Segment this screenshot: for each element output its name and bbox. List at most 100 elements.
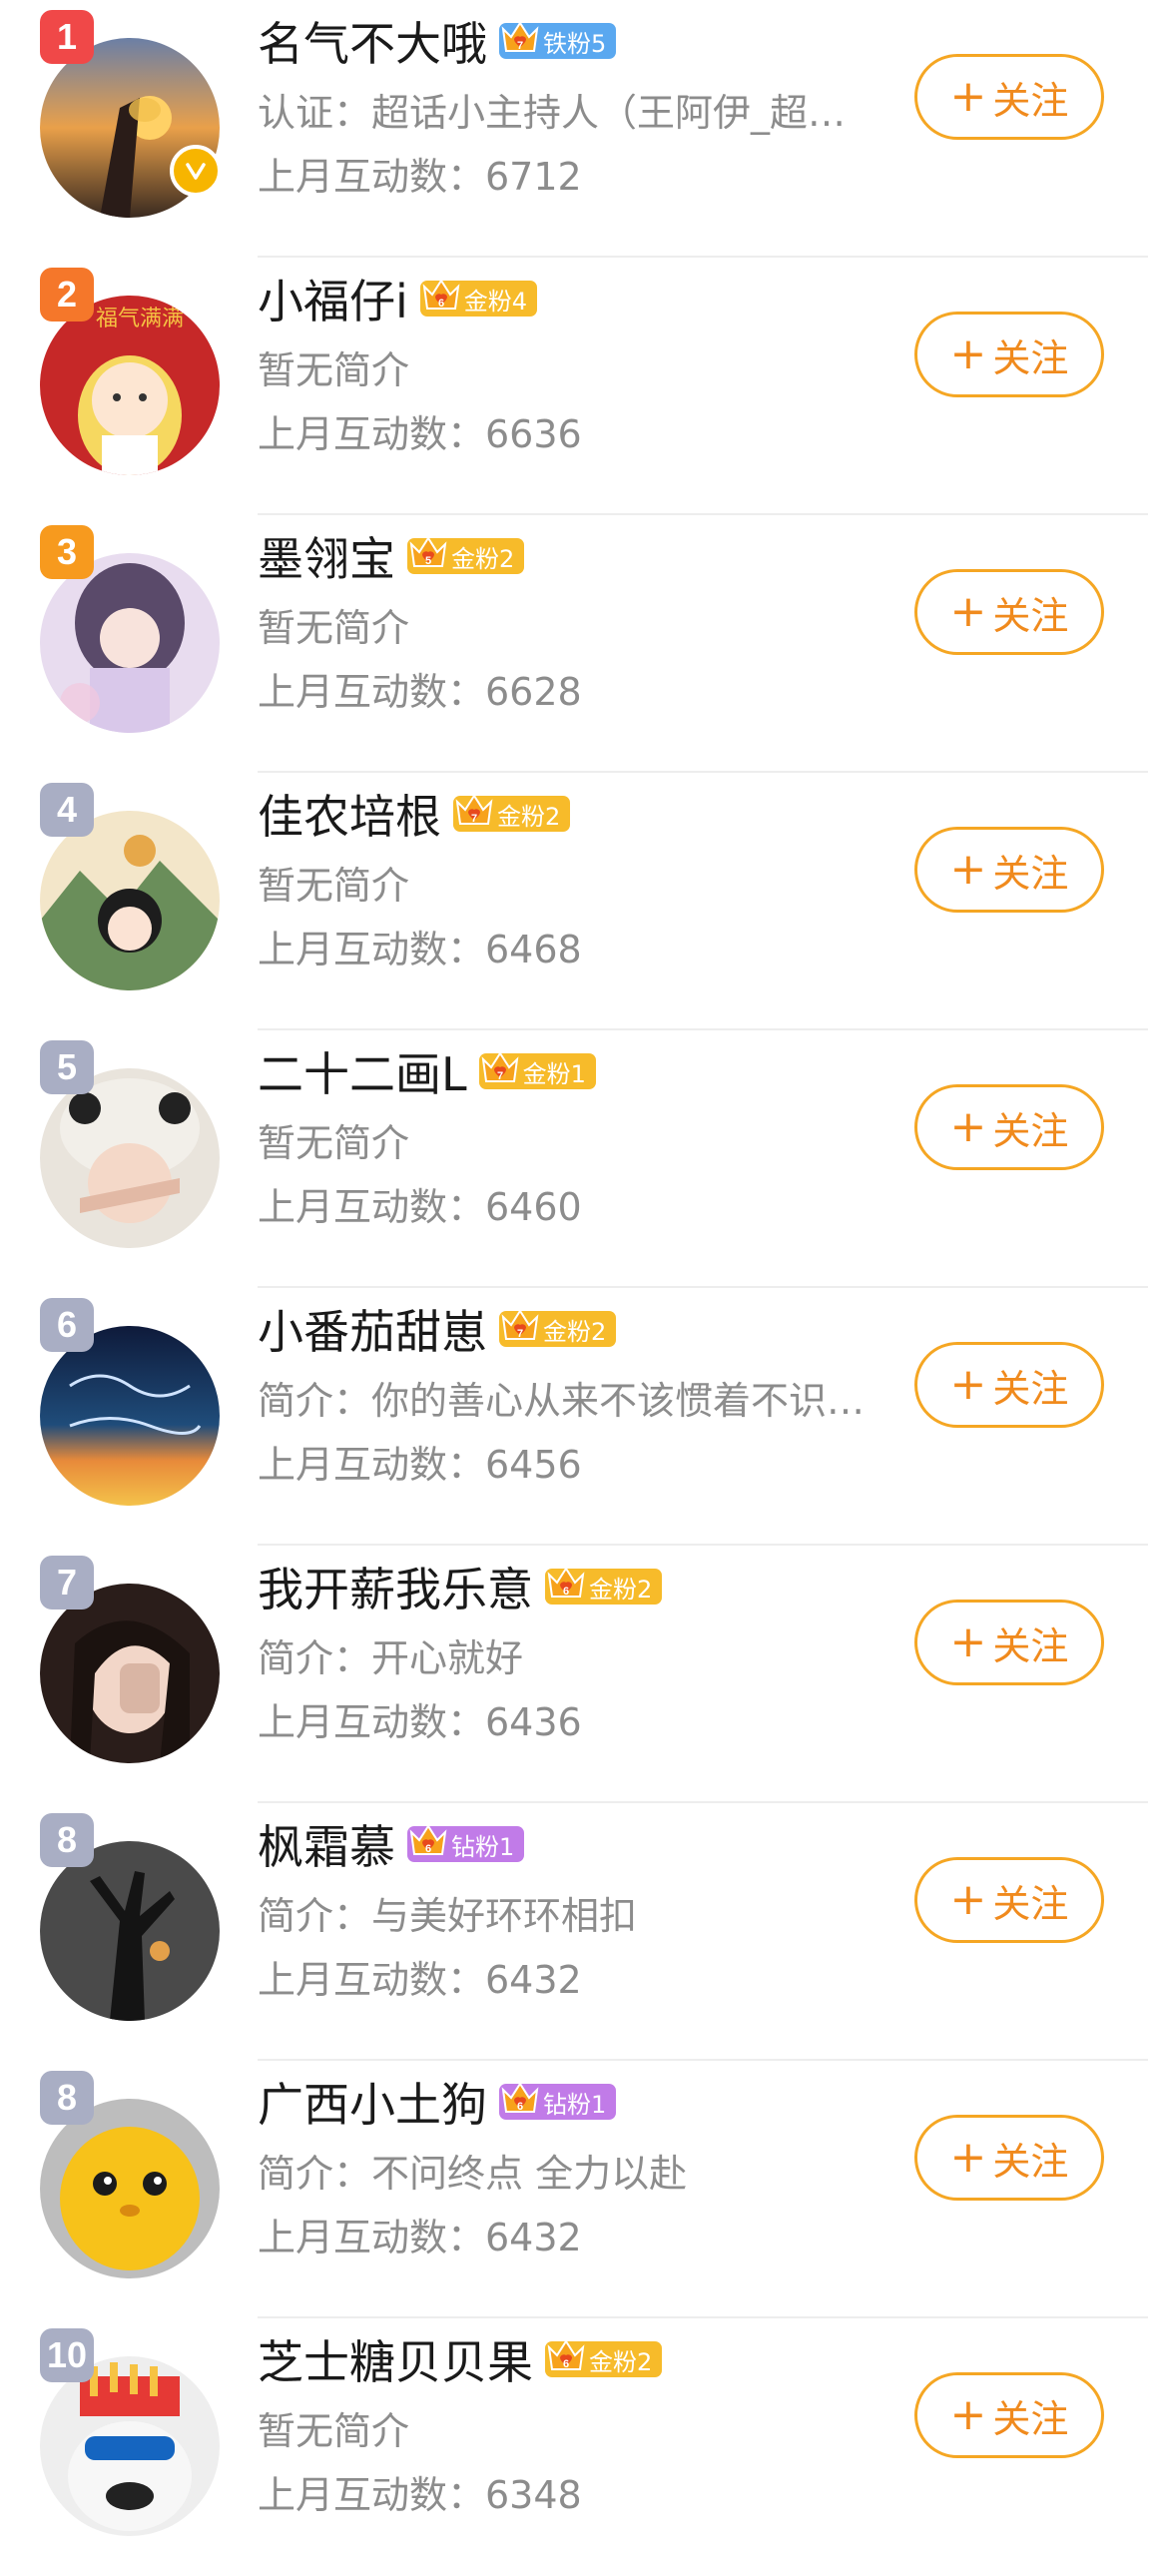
user-bio: 暂无简介 — [258, 348, 410, 392]
crown-icon: 6 — [547, 1567, 585, 1598]
fan-level-badge: 7 金粉2 — [499, 1309, 617, 1347]
plus-icon: + — [949, 1359, 987, 1410]
rank-badge: 8 — [40, 2071, 94, 2125]
user-bio: 暂无简介 — [258, 1121, 410, 1165]
plus-icon: + — [949, 2132, 987, 2183]
crown-icon: 6 — [547, 2339, 585, 2370]
list-item[interactable]: 福气满满 2 小福仔i 6 金粉4 暂无简介 上月互动数：6636 + 关注 — [0, 258, 1162, 515]
fan-level-badge: 6 金粉2 — [545, 1567, 663, 1605]
fan-ranking-list: 1 名气不大哦 7 铁粉5 认证：超话小主持人（王阿伊_超… 上月互动数：671… — [0, 0, 1162, 2576]
avatar[interactable] — [40, 1841, 220, 2021]
rank-badge: 10 — [40, 2328, 94, 2382]
crown-icon: 6 — [501, 2082, 539, 2113]
follow-button[interactable]: + 关注 — [914, 1857, 1104, 1943]
interaction-count: 上月互动数：6628 — [258, 670, 582, 714]
user-name[interactable]: 小番茄甜崽 — [258, 1296, 487, 1362]
plus-icon: + — [949, 1101, 987, 1152]
interaction-count: 上月互动数：6348 — [258, 2473, 582, 2517]
user-name[interactable]: 枫霜慕 — [258, 1811, 395, 1877]
list-item[interactable]: 5 二十二画L 7 金粉1 暂无简介 上月互动数：6460 + 关注 — [0, 1030, 1162, 1288]
svg-text:6: 6 — [563, 2358, 569, 2370]
badge-label: 金粉4 — [463, 287, 528, 316]
svg-text:5: 5 — [425, 555, 431, 567]
fan-level-badge: 6 金粉2 — [545, 2339, 663, 2377]
user-bio: 暂无简介 — [258, 606, 410, 650]
follow-button[interactable]: + 关注 — [914, 2372, 1104, 2458]
avatar[interactable] — [40, 553, 220, 733]
rank-badge: 3 — [40, 525, 94, 579]
badge-label: 钻粉1 — [451, 1832, 515, 1861]
user-bio: 暂无简介 — [258, 864, 410, 908]
follow-button[interactable]: + 关注 — [914, 312, 1104, 397]
fan-level-badge: 5 金粉2 — [407, 536, 525, 574]
svg-text:7: 7 — [497, 1070, 503, 1082]
fan-level-badge: 7 金粉2 — [453, 794, 571, 832]
user-name[interactable]: 广西小土狗 — [258, 2069, 487, 2135]
svg-text:6: 6 — [425, 1843, 431, 1855]
follow-button[interactable]: + 关注 — [914, 2115, 1104, 2201]
user-name[interactable]: 二十二画L — [258, 1038, 467, 1104]
user-name[interactable]: 我开薪我乐意 — [258, 1554, 533, 1619]
follow-button[interactable]: + 关注 — [914, 54, 1104, 140]
list-item[interactable]: 8 枫霜慕 6 钻粉1 简介：与美好环环相扣 上月互动数：6432 + 关注 — [0, 1803, 1162, 2061]
avatar[interactable]: 福气满满 — [40, 296, 220, 475]
badge-label: 金粉2 — [497, 802, 561, 831]
list-item[interactable]: 6 小番茄甜崽 7 金粉2 简介：你的善心从来不该惯着不识… 上月互动数：645… — [0, 1288, 1162, 1546]
user-name[interactable]: 小福仔i — [258, 266, 408, 331]
list-item[interactable]: 7 我开薪我乐意 6 金粉2 简介：开心就好 上月互动数：6436 + 关注 — [0, 1546, 1162, 1803]
plus-icon: + — [949, 328, 987, 379]
list-item[interactable]: 3 墨翎宝 5 金粉2 暂无简介 上月互动数：6628 + 关注 — [0, 515, 1162, 773]
fan-level-badge: 6 金粉4 — [419, 279, 538, 317]
rank-badge: 4 — [40, 783, 94, 837]
user-name[interactable]: 芝士糖贝贝果 — [258, 2326, 533, 2392]
user-bio: 暂无简介 — [258, 2409, 410, 2453]
badge-label: 金粉2 — [543, 1317, 607, 1346]
badge-label: 金粉1 — [522, 1059, 586, 1088]
interaction-count: 上月互动数：6468 — [258, 928, 582, 971]
user-name[interactable]: 名气不大哦 — [258, 8, 487, 74]
fan-level-badge: 6 钻粉1 — [499, 2082, 617, 2120]
follow-button[interactable]: + 关注 — [914, 1600, 1104, 1685]
avatar[interactable] — [40, 811, 220, 990]
user-bio: 简介：开心就好 — [258, 1636, 524, 1680]
user-bio: 简介：与美好环环相扣 — [258, 1894, 638, 1938]
badge-label: 钻粉1 — [543, 2090, 607, 2119]
list-item[interactable]: 10 芝士糖贝贝果 6 金粉2 暂无简介 上月互动数：6348 + 关注 — [0, 2318, 1162, 2576]
plus-icon: + — [949, 844, 987, 895]
user-name[interactable]: 墨翎宝 — [258, 523, 395, 589]
user-name[interactable]: 佳农培根 — [258, 781, 441, 847]
rank-badge: 8 — [40, 1813, 94, 1867]
svg-text:7: 7 — [471, 813, 477, 825]
follow-button[interactable]: + 关注 — [914, 827, 1104, 913]
crown-icon: 5 — [409, 536, 447, 567]
avatar[interactable] — [40, 2099, 220, 2278]
fan-level-badge: 7 金粉1 — [478, 1051, 596, 1089]
verified-icon — [170, 145, 222, 197]
rank-badge: 1 — [40, 10, 94, 64]
list-item[interactable]: 4 佳农培根 7 金粉2 暂无简介 上月互动数：6468 + 关注 — [0, 773, 1162, 1030]
avatar[interactable] — [40, 2356, 220, 2536]
badge-label: 金粉2 — [589, 1575, 653, 1604]
user-bio: 认证：超话小主持人（王阿伊_超… — [258, 91, 847, 135]
rank-badge: 2 — [40, 268, 94, 322]
avatar[interactable] — [40, 1068, 220, 1248]
fan-level-badge: 6 钻粉1 — [407, 1824, 525, 1862]
plus-icon: + — [949, 2389, 987, 2440]
avatar[interactable] — [40, 1584, 220, 1763]
crown-icon: 7 — [481, 1051, 519, 1082]
follow-button[interactable]: + 关注 — [914, 569, 1104, 655]
list-item[interactable]: 8 广西小土狗 6 钻粉1 简介：不问终点 全力以赴 上月互动数：6432 + 关… — [0, 2061, 1162, 2318]
follow-button[interactable]: + 关注 — [914, 1084, 1104, 1170]
interaction-count: 上月互动数：6456 — [258, 1443, 582, 1487]
interaction-count: 上月互动数：6432 — [258, 2216, 582, 2259]
plus-icon: + — [949, 1874, 987, 1925]
badge-label: 金粉2 — [451, 544, 515, 573]
rank-badge: 6 — [40, 1298, 94, 1352]
follow-button[interactable]: + 关注 — [914, 1342, 1104, 1428]
fan-level-badge: 7 铁粉5 — [499, 21, 617, 59]
crown-icon: 6 — [422, 279, 460, 310]
interaction-count: 上月互动数：6436 — [258, 1700, 582, 1744]
avatar[interactable] — [40, 1326, 220, 1506]
list-item[interactable]: 1 名气不大哦 7 铁粉5 认证：超话小主持人（王阿伊_超… 上月互动数：671… — [0, 0, 1162, 258]
user-bio: 简介：你的善心从来不该惯着不识… — [258, 1379, 866, 1423]
